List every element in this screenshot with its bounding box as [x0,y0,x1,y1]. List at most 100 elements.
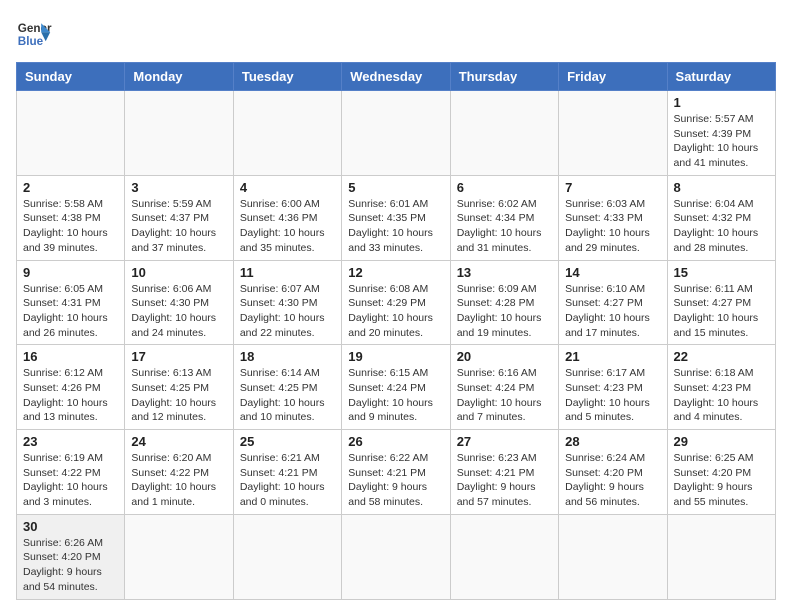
day-info: Sunrise: 6:01 AM Sunset: 4:35 PM Dayligh… [348,197,443,256]
logo-icon: General Blue [16,16,52,52]
day-number: 15 [674,265,769,280]
day-info: Sunrise: 6:12 AM Sunset: 4:26 PM Dayligh… [23,366,118,425]
day-cell: 21 Sunrise: 6:17 AM Sunset: 4:23 PM Dayli… [559,345,667,430]
day-cell: 11 Sunrise: 6:07 AM Sunset: 4:30 PM Dayli… [233,260,341,345]
day-number: 18 [240,349,335,364]
day-cell: 25Sunrise: 6:21 AM Sunset: 4:21 PM Dayli… [233,430,341,515]
day-number: 12 [348,265,443,280]
week-row-0: 1Sunrise: 5:57 AM Sunset: 4:39 PM Daylig… [17,91,776,176]
day-info: Sunrise: 6:17 AM Sunset: 4:23 PM Dayligh… [565,366,660,425]
day-number: 28 [565,434,660,449]
day-info: Sunrise: 6:07 AM Sunset: 4:30 PM Dayligh… [240,282,335,341]
day-cell: 12 Sunrise: 6:08 AM Sunset: 4:29 PM Dayli… [342,260,450,345]
day-cell: 6Sunrise: 6:02 AM Sunset: 4:34 PM Daylig… [450,175,558,260]
day-cell [559,91,667,176]
day-info: Sunrise: 6:13 AM Sunset: 4:25 PM Dayligh… [131,366,226,425]
day-number: 8 [674,180,769,195]
day-info: Sunrise: 6:16 AM Sunset: 4:24 PM Dayligh… [457,366,552,425]
day-cell: 17 Sunrise: 6:13 AM Sunset: 4:25 PM Dayli… [125,345,233,430]
day-number: 20 [457,349,552,364]
day-number: 17 [131,349,226,364]
day-info: Sunrise: 6:21 AM Sunset: 4:21 PM Dayligh… [240,451,335,510]
day-cell: 15 Sunrise: 6:11 AM Sunset: 4:27 PM Dayli… [667,260,775,345]
day-cell: 2Sunrise: 5:58 AM Sunset: 4:38 PM Daylig… [17,175,125,260]
day-cell: 30 Sunrise: 6:26 AM Sunset: 4:20 PM Dayli… [17,514,125,599]
week-row-5: 30 Sunrise: 6:26 AM Sunset: 4:20 PM Dayli… [17,514,776,599]
weekday-header-friday: Friday [559,63,667,91]
day-number: 16 [23,349,118,364]
day-cell [667,514,775,599]
day-info: Sunrise: 6:22 AM Sunset: 4:21 PM Dayligh… [348,451,443,510]
day-cell: 18 Sunrise: 6:14 AM Sunset: 4:25 PM Dayli… [233,345,341,430]
day-cell: 29Sunrise: 6:25 AM Sunset: 4:20 PM Dayli… [667,430,775,515]
day-cell [342,514,450,599]
day-info: Sunrise: 5:57 AM Sunset: 4:39 PM Dayligh… [674,112,769,171]
day-number: 13 [457,265,552,280]
day-cell [125,514,233,599]
weekday-header-thursday: Thursday [450,63,558,91]
day-cell: 1Sunrise: 5:57 AM Sunset: 4:39 PM Daylig… [667,91,775,176]
week-row-2: 9 Sunrise: 6:05 AM Sunset: 4:31 PM Daylig… [17,260,776,345]
day-cell: 23Sunrise: 6:19 AM Sunset: 4:22 PM Dayli… [17,430,125,515]
day-number: 7 [565,180,660,195]
day-cell: 24 Sunrise: 6:20 AM Sunset: 4:22 PM Dayli… [125,430,233,515]
day-number: 21 [565,349,660,364]
day-cell: 10Sunrise: 6:06 AM Sunset: 4:30 PM Dayli… [125,260,233,345]
day-cell [17,91,125,176]
day-info: Sunrise: 6:26 AM Sunset: 4:20 PM Dayligh… [23,536,118,595]
day-info: Sunrise: 6:11 AM Sunset: 4:27 PM Dayligh… [674,282,769,341]
day-cell [450,91,558,176]
weekday-header-sunday: Sunday [17,63,125,91]
day-number: 19 [348,349,443,364]
day-info: Sunrise: 6:20 AM Sunset: 4:22 PM Dayligh… [131,451,226,510]
week-row-4: 23Sunrise: 6:19 AM Sunset: 4:22 PM Dayli… [17,430,776,515]
day-cell [233,91,341,176]
day-info: Sunrise: 6:08 AM Sunset: 4:29 PM Dayligh… [348,282,443,341]
day-number: 24 [131,434,226,449]
day-number: 14 [565,265,660,280]
day-info: Sunrise: 6:18 AM Sunset: 4:23 PM Dayligh… [674,366,769,425]
day-cell: 8 Sunrise: 6:04 AM Sunset: 4:32 PM Daylig… [667,175,775,260]
day-cell [559,514,667,599]
day-cell [233,514,341,599]
header: General Blue [16,16,776,52]
weekday-header-monday: Monday [125,63,233,91]
day-number: 22 [674,349,769,364]
day-number: 30 [23,519,118,534]
day-cell: 27Sunrise: 6:23 AM Sunset: 4:21 PM Dayli… [450,430,558,515]
day-info: Sunrise: 5:58 AM Sunset: 4:38 PM Dayligh… [23,197,118,256]
day-info: Sunrise: 6:04 AM Sunset: 4:32 PM Dayligh… [674,197,769,256]
svg-text:Blue: Blue [18,35,44,48]
day-number: 5 [348,180,443,195]
day-cell: 9 Sunrise: 6:05 AM Sunset: 4:31 PM Daylig… [17,260,125,345]
day-number: 9 [23,265,118,280]
day-number: 27 [457,434,552,449]
day-info: Sunrise: 6:19 AM Sunset: 4:22 PM Dayligh… [23,451,118,510]
day-cell: 3Sunrise: 5:59 AM Sunset: 4:37 PM Daylig… [125,175,233,260]
week-row-3: 16 Sunrise: 6:12 AM Sunset: 4:26 PM Dayli… [17,345,776,430]
weekday-header-saturday: Saturday [667,63,775,91]
day-info: Sunrise: 5:59 AM Sunset: 4:37 PM Dayligh… [131,197,226,256]
day-cell: 16 Sunrise: 6:12 AM Sunset: 4:26 PM Dayli… [17,345,125,430]
week-row-1: 2Sunrise: 5:58 AM Sunset: 4:38 PM Daylig… [17,175,776,260]
day-number: 4 [240,180,335,195]
weekday-header-tuesday: Tuesday [233,63,341,91]
day-info: Sunrise: 6:10 AM Sunset: 4:27 PM Dayligh… [565,282,660,341]
day-cell [125,91,233,176]
weekday-header-wednesday: Wednesday [342,63,450,91]
day-number: 10 [131,265,226,280]
day-info: Sunrise: 6:05 AM Sunset: 4:31 PM Dayligh… [23,282,118,341]
day-info: Sunrise: 6:09 AM Sunset: 4:28 PM Dayligh… [457,282,552,341]
day-info: Sunrise: 6:14 AM Sunset: 4:25 PM Dayligh… [240,366,335,425]
day-cell: 20 Sunrise: 6:16 AM Sunset: 4:24 PM Dayli… [450,345,558,430]
day-cell: 7 Sunrise: 6:03 AM Sunset: 4:33 PM Daylig… [559,175,667,260]
day-info: Sunrise: 6:00 AM Sunset: 4:36 PM Dayligh… [240,197,335,256]
day-cell: 28Sunrise: 6:24 AM Sunset: 4:20 PM Dayli… [559,430,667,515]
day-cell: 5 Sunrise: 6:01 AM Sunset: 4:35 PM Daylig… [342,175,450,260]
day-cell: 26 Sunrise: 6:22 AM Sunset: 4:21 PM Dayli… [342,430,450,515]
day-number: 11 [240,265,335,280]
day-cell [342,91,450,176]
day-number: 26 [348,434,443,449]
weekday-header-row: SundayMondayTuesdayWednesdayThursdayFrid… [17,63,776,91]
day-info: Sunrise: 6:03 AM Sunset: 4:33 PM Dayligh… [565,197,660,256]
